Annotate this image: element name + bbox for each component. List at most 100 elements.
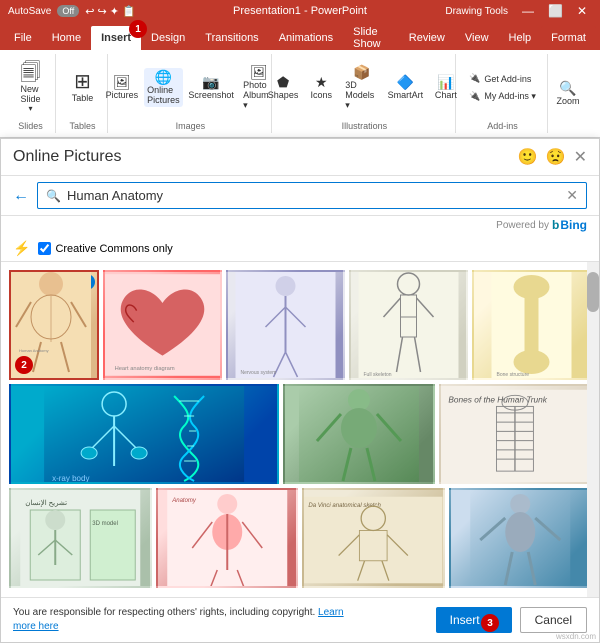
smartart-icon: 🔷 — [397, 75, 414, 89]
tab-transitions[interactable]: Transitions — [195, 26, 268, 50]
screenshot-icon: 📷 — [202, 75, 219, 89]
bing-logo: b Bing — [552, 218, 587, 232]
tab-home[interactable]: Home — [42, 26, 91, 50]
tab-design[interactable]: Design — [141, 26, 195, 50]
svg-text:Full skeleton: Full skeleton — [364, 372, 392, 378]
cc-label: Creative Commons only — [55, 243, 172, 255]
3d-models-button[interactable]: 📦 3DModels ▾ — [341, 63, 383, 113]
clear-search-button[interactable]: ✕ — [566, 187, 578, 204]
image-7[interactable] — [283, 384, 435, 484]
tab-insert[interactable]: Insert 1 — [91, 26, 141, 50]
screenshot-button[interactable]: 📷 Screenshot — [185, 73, 237, 102]
svg-text:x-ray body: x-ray body — [52, 474, 89, 483]
svg-text:Human Anatomy: Human Anatomy — [19, 348, 49, 353]
autosave-label: AutoSave — [8, 6, 51, 17]
tab-file[interactable]: File — [4, 26, 42, 50]
online-pictures-button[interactable]: 🌐 OnlinePictures — [144, 68, 183, 107]
powered-by: Powered by b Bing — [1, 216, 599, 236]
ribbon: 🗐 NewSlide ▾ Slides ⊞ Table Tables 🖼 Pic… — [0, 50, 600, 138]
icons-button[interactable]: ★ Icons — [303, 73, 339, 102]
zoom-area: 🔍 Zoom — [550, 54, 594, 133]
svg-text:Bone structure: Bone structure — [497, 372, 530, 378]
image-10[interactable]: Anatomy — [156, 488, 299, 588]
image-8[interactable]: Bones of the Human Trunk — [439, 384, 591, 484]
tab-animations[interactable]: Animations — [269, 26, 343, 50]
table-icon: ⊞ — [74, 72, 91, 92]
image-1[interactable]: ✓ Human Anatomy 2 — [9, 270, 99, 380]
cancel-button[interactable]: Cancel — [520, 607, 587, 633]
ribbon-group-slides: 🗐 NewSlide ▾ Slides — [6, 54, 56, 133]
search-bar: ← 🔍 ✕ — [1, 176, 599, 216]
image-2[interactable]: Heart anatomy diagram — [103, 270, 222, 380]
search-input-wrap: 🔍 ✕ — [37, 182, 587, 209]
footer-badge-3: 3 — [481, 614, 499, 632]
get-addins-icon: 🔌 — [469, 73, 480, 84]
ribbon-group-illustrations: ⬟ Shapes ★ Icons 📦 3DModels ▾ 🔷 SmartArt… — [274, 54, 456, 133]
close-button[interactable]: ✕ — [572, 4, 592, 18]
svg-text:Nervous system: Nervous system — [241, 370, 277, 376]
icons-icon: ★ — [315, 75, 328, 89]
search-icon: 🔍 — [46, 189, 61, 203]
slides-label: Slides — [18, 119, 43, 131]
online-pictures-dialog: Online Pictures 🙂 😟 ✕ ← 🔍 ✕ Powered by b… — [0, 138, 600, 643]
svg-text:Heart anatomy diagram: Heart anatomy diagram — [115, 366, 175, 372]
filter-bar: ⚡ Creative Commons only — [1, 236, 599, 262]
maximize-button[interactable]: ⬜ — [543, 4, 568, 18]
zoom-button[interactable]: 🔍 Zoom — [550, 79, 586, 108]
footer-copyright-text: You are responsible for respecting other… — [13, 606, 436, 634]
image-6[interactable]: x-ray body — [9, 384, 279, 484]
tab-view[interactable]: View — [455, 26, 499, 50]
ribbon-group-images: 🖼 Pictures 🌐 OnlinePictures 📷 Screenshot… — [110, 54, 272, 133]
tab-slideshow[interactable]: Slide Show — [343, 26, 399, 50]
drawing-tools-label: Drawing Tools — [440, 6, 513, 17]
table-button[interactable]: ⊞ Table — [65, 70, 101, 105]
emoji-frown-icon: 😟 — [546, 147, 566, 167]
my-addins-icon: 🔌 — [469, 91, 480, 102]
more-here-link[interactable]: more here — [13, 621, 59, 632]
image-4[interactable]: Full skeleton — [349, 270, 468, 380]
shapes-button[interactable]: ⬟ Shapes — [265, 73, 301, 102]
watermark: wsxdn.com — [556, 632, 596, 641]
pictures-button[interactable]: 🖼 Pictures — [102, 73, 141, 102]
scrollbar-thumb[interactable] — [587, 272, 599, 312]
insert-button[interactable]: Insert (1) — [436, 607, 512, 633]
image-5[interactable]: Bone structure — [472, 270, 591, 380]
images-grid: ✓ Human Anatomy 2 — [1, 262, 599, 597]
new-slide-button[interactable]: 🗐 NewSlide ▾ — [13, 61, 49, 115]
tables-label: Tables — [69, 119, 95, 131]
creative-commons-filter[interactable]: Creative Commons only — [38, 242, 172, 255]
cc-checkbox-input[interactable] — [38, 242, 51, 255]
filter-icon: ⚡ — [13, 240, 30, 257]
footer-buttons: Insert (1) Cancel — [436, 607, 587, 633]
tab-format[interactable]: Format — [541, 26, 596, 50]
tab-review[interactable]: Review — [399, 26, 455, 50]
smartart-button[interactable]: 🔷 SmartArt — [385, 73, 426, 102]
get-addins-button[interactable]: 🔌 Get Add-ins — [465, 71, 535, 86]
search-input[interactable] — [67, 188, 566, 203]
autosave-toggle[interactable]: Off — [57, 5, 79, 17]
image-12[interactable] — [449, 488, 592, 588]
pictures-icon: 🖼 — [113, 75, 131, 89]
image-9[interactable]: تشريح الإنسان 3D model — [9, 488, 152, 588]
chart-icon: 📊 — [437, 75, 454, 89]
minimize-button[interactable]: — — [517, 4, 539, 18]
insert-badge: 1 — [129, 20, 147, 38]
tab-help[interactable]: Help — [499, 26, 542, 50]
online-pictures-icon: 🌐 — [155, 70, 172, 84]
svg-text:Anatomy: Anatomy — [171, 498, 197, 504]
image-3[interactable]: Nervous system — [226, 270, 345, 380]
image-11[interactable]: Da Vinci anatomical sketch — [302, 488, 445, 588]
images-row-3: تشريح الإنسان 3D model Anatomy — [9, 488, 591, 588]
zoom-icon: 🔍 — [559, 81, 576, 95]
dialog-header: Online Pictures 🙂 😟 ✕ — [1, 139, 599, 176]
learn-link[interactable]: Learn — [318, 607, 344, 618]
3d-models-icon: 📦 — [353, 65, 370, 79]
svg-text:3D model: 3D model — [92, 521, 118, 527]
back-button[interactable]: ← — [13, 187, 29, 205]
new-slide-icon: 🗐 — [21, 63, 41, 83]
dialog-close-icon[interactable]: ✕ — [574, 147, 587, 167]
dialog-footer: You are responsible for respecting other… — [1, 597, 599, 642]
svg-text:تشريح الإنسان: تشريح الإنسان — [25, 499, 67, 507]
my-addins-button[interactable]: 🔌 My Add-ins ▾ — [465, 89, 540, 104]
dialog-title: Online Pictures — [13, 148, 122, 166]
